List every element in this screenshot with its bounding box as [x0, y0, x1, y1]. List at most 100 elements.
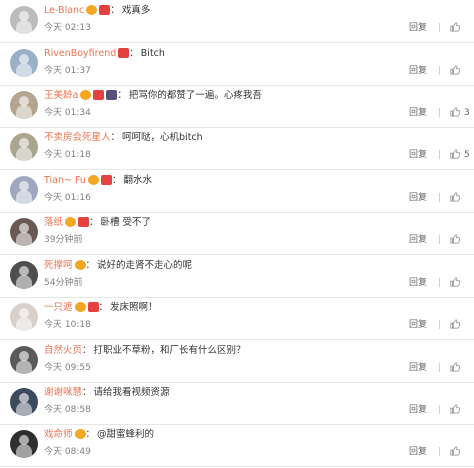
username-link[interactable]: 王美龄a: [44, 90, 78, 101]
reply-button[interactable]: 回复: [409, 147, 427, 160]
thumbs-up-icon[interactable]: [450, 361, 461, 372]
comment-actions: 回复: [409, 360, 470, 374]
avatar-body-shape: [16, 275, 32, 289]
comment-actions: 回复 3: [409, 105, 470, 119]
vip-badge-icon: [86, 4, 98, 15]
avatar[interactable]: [10, 91, 38, 119]
username-link[interactable]: 自然火页: [44, 345, 82, 356]
comment-line: 不卖房会死星人： 呵呵哒，心机bitch: [44, 130, 203, 146]
reply-button[interactable]: 回复: [409, 63, 427, 76]
username-link[interactable]: RivenBoyfirend: [44, 48, 116, 59]
comment-item: Tian~ Fu ：翻水水今天 01:16 回复: [0, 170, 474, 213]
reply-button[interactable]: 回复: [409, 317, 427, 330]
vip-badge-icon: [74, 259, 86, 270]
comment-item: 自然火页： 打职业不草粉，和厂长有什么区别？ 今天 09:55 回复: [0, 340, 474, 383]
thumbs-up-icon[interactable]: [450, 106, 461, 117]
separator-colon: ：: [85, 429, 96, 440]
member-badge-icon: [99, 4, 111, 15]
thumbs-up-icon[interactable]: [450, 21, 461, 32]
divider: [439, 193, 440, 202]
thumbs-up-icon[interactable]: [450, 191, 461, 202]
avatar-body-shape: [16, 20, 32, 34]
vip-badge-icon: [65, 216, 77, 227]
thumbs-up-icon[interactable]: [450, 318, 461, 329]
divider: [439, 235, 440, 244]
avatar-body-shape: [16, 402, 32, 416]
separator-colon: ：: [82, 387, 92, 398]
comment-item: 谢谢咪慧： 请给我看视频资源 今天 08:58 回复: [0, 382, 474, 425]
avatar-body-shape: [16, 360, 32, 374]
reply-button[interactable]: 回复: [409, 20, 427, 33]
avatar-body-shape: [16, 63, 32, 77]
thumbs-up-icon[interactable]: [450, 64, 461, 75]
member-badge-icon: [93, 89, 105, 100]
reply-button[interactable]: 回复: [409, 444, 427, 457]
comment-text: Bitch: [140, 48, 165, 59]
avatar[interactable]: [10, 218, 38, 246]
comment-actions: 回复: [409, 275, 470, 289]
comment-item: 一只遮 ：发床照啊！ 今天 10:18 回复: [0, 297, 474, 340]
separator-colon: ：: [110, 5, 120, 16]
divider: [439, 108, 440, 117]
thumbs-up-icon[interactable]: [450, 148, 461, 159]
comment-actions: 回复: [409, 444, 470, 458]
avatar[interactable]: [10, 430, 38, 458]
thumbs-up-icon[interactable]: [450, 233, 461, 244]
reply-button[interactable]: 回复: [409, 190, 427, 203]
reply-button[interactable]: 回复: [409, 360, 427, 373]
comment-line: Le-Blanc ：戏真多: [44, 3, 150, 19]
separator-colon: ：: [85, 260, 96, 271]
comment-line: 死撑呵 ：说好的走肾不走心的呢: [44, 258, 192, 274]
comment-text: 请给我看视频资源: [93, 387, 170, 398]
member-badge-icon: [118, 47, 130, 58]
avatar-body-shape: [16, 190, 32, 204]
thumbs-up-icon[interactable]: [450, 276, 461, 287]
username-link[interactable]: 戏命师: [44, 429, 73, 440]
comment-timestamp: 今天 09:55: [44, 363, 91, 373]
comment-line: 自然火页： 打职业不草粉，和厂长有什么区别？: [44, 343, 246, 359]
comment-actions: 回复 5: [409, 147, 470, 161]
divider: [439, 23, 440, 32]
comment-item: 王美龄a ：把骂你的都赞了一遍。心疼我吾 今天 01:34 回复 3: [0, 85, 474, 128]
username-link[interactable]: Le-Blanc: [44, 5, 84, 16]
reply-button[interactable]: 回复: [409, 232, 427, 245]
separator-colon: ：: [89, 217, 99, 228]
avatar[interactable]: [10, 346, 38, 374]
avatar[interactable]: [10, 303, 38, 331]
comment-timestamp: 今天 01:16: [44, 193, 91, 203]
comment-line: 谢谢咪慧： 请给我看视频资源: [44, 385, 170, 401]
username-link[interactable]: 一只遮: [44, 302, 73, 313]
comment-text: 打职业不草粉，和厂长有什么区别？: [93, 345, 246, 356]
username-link[interactable]: 不卖房会死星人: [44, 132, 111, 143]
comment-line: 戏命师 ： @甜蜜蜂利的: [44, 427, 154, 443]
comment-line: Tian~ Fu ：翻水水: [44, 173, 152, 189]
thumbs-up-icon[interactable]: [450, 445, 461, 456]
username-link[interactable]: Tian~ Fu: [44, 175, 86, 186]
comment-text: 戏真多: [121, 5, 151, 16]
comment-item: 死撑呵 ：说好的走肾不走心的呢 54分钟前 回复: [0, 255, 474, 298]
comment-timestamp: 今天 02:13: [44, 23, 91, 33]
vip-badge-icon: [87, 174, 99, 185]
avatar[interactable]: [10, 388, 38, 416]
username-link[interactable]: 死撑呵: [44, 260, 73, 271]
avatar[interactable]: [10, 176, 38, 204]
comment-text: 把骂你的都赞了一遍。心疼我吾: [128, 90, 262, 101]
comment-actions: 回复: [409, 190, 470, 204]
avatar[interactable]: [10, 261, 38, 289]
thumbs-up-icon[interactable]: [450, 403, 461, 414]
avatar[interactable]: [10, 6, 38, 34]
like-count: 3: [464, 108, 470, 118]
comment-line: 王美龄a ：把骂你的都赞了一遍。心疼我吾: [44, 88, 262, 104]
avatar[interactable]: [10, 49, 38, 77]
username-link[interactable]: 谢谢咪慧: [44, 387, 82, 398]
username-link[interactable]: 落纸: [44, 217, 63, 228]
divider: [439, 405, 440, 414]
comment-item: 戏命师 ： @甜蜜蜂利的 今天 08:49 回复: [0, 424, 474, 467]
comment-timestamp: 今天 01:37: [44, 66, 91, 76]
reply-button[interactable]: 回复: [409, 105, 427, 118]
reply-button[interactable]: 回复: [409, 275, 427, 288]
member-badge-icon: [100, 174, 112, 185]
level-badge-icon: [106, 89, 118, 100]
avatar[interactable]: [10, 133, 38, 161]
reply-button[interactable]: 回复: [409, 402, 427, 415]
